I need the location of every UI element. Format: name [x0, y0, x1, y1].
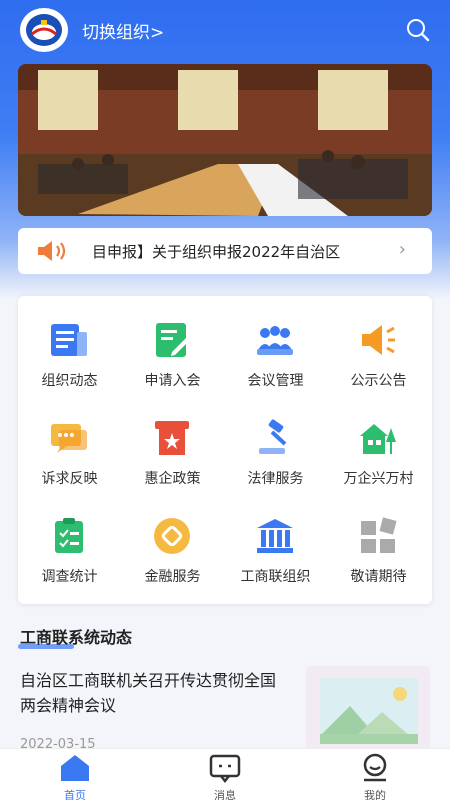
grid-item-finance[interactable]: 金融服务: [121, 492, 224, 590]
announcement-icon: [362, 325, 395, 355]
finance-icon: [154, 518, 190, 554]
grid-label: 工商联组织: [240, 569, 311, 585]
grid-item-org-news[interactable]: 组织动态: [18, 296, 121, 394]
notice-text: 目申报】关于组织申报2022年自治区: [92, 243, 341, 261]
policy-icon: [155, 421, 189, 455]
grid-label: 组织动态: [41, 373, 98, 389]
tab-label: 消息: [214, 789, 236, 800]
grid-label: 会议管理: [247, 373, 304, 389]
tab-messages[interactable]: 消息: [150, 749, 300, 800]
notice-bar[interactable]: 目申报】关于组织申报2022年自治区 ›: [18, 228, 432, 274]
message-icon: [209, 754, 241, 783]
function-grid: 组织动态 申请入会 会议管理 公示公告 诉求反映 惠企政策 法律服务 万企兴万村…: [18, 296, 432, 604]
grid-label: 金融服务: [144, 569, 201, 585]
grid-item-announcement[interactable]: 公示公告: [327, 296, 430, 394]
bottom-tab-bar: 首页 消息 我的: [0, 748, 450, 800]
grid-item-apply[interactable]: 申请入会: [121, 296, 224, 394]
profile-icon: [363, 753, 387, 782]
grid-item-survey[interactable]: 调查统计: [18, 492, 121, 590]
grid-label: 万企兴万村: [343, 471, 414, 487]
tab-profile[interactable]: 我的: [300, 749, 450, 800]
banner-image[interactable]: [18, 64, 432, 216]
news-title: 自治区工商联机关召开传达贯彻全国两会精神会议: [20, 671, 277, 715]
institution-icon: [257, 519, 293, 553]
grid-label: 诉求反映: [41, 471, 98, 487]
grid-item-village[interactable]: 万企兴万村: [327, 394, 430, 492]
tab-home[interactable]: 首页: [0, 749, 150, 800]
survey-icon: [55, 518, 83, 553]
grid-item-institution[interactable]: 工商联组织: [224, 492, 327, 590]
grid-label: 敬请期待: [350, 569, 407, 585]
gavel-icon: [259, 419, 287, 454]
grid-item-feedback[interactable]: 诉求反映: [18, 394, 121, 492]
grid-label: 公示公告: [350, 373, 407, 389]
meeting-icon: [257, 326, 293, 355]
chevron-right-icon: ›: [398, 239, 406, 260]
search-icon[interactable]: [406, 18, 430, 42]
tab-label: 首页: [64, 789, 86, 800]
org-logo[interactable]: [20, 8, 68, 52]
tab-label: 我的: [364, 789, 386, 800]
grid-label: 法律服务: [247, 471, 304, 487]
grid-item-legal[interactable]: 法律服务: [224, 394, 327, 492]
apply-icon: [156, 323, 189, 357]
grid-item-more[interactable]: 敬请期待: [327, 492, 430, 590]
grid-item-policy[interactable]: 惠企政策: [121, 394, 224, 492]
grid-label: 调查统计: [41, 569, 98, 585]
news-icon: [51, 324, 87, 356]
village-icon: [360, 424, 396, 454]
news-thumbnail: [306, 666, 430, 754]
chat-icon: [51, 424, 87, 453]
org-switch[interactable]: 切换组织>: [82, 18, 164, 43]
news-item[interactable]: 自治区工商联机关召开传达贯彻全国两会精神会议 2022-03-15: [0, 660, 450, 754]
grid-label: 申请入会: [144, 373, 201, 389]
home-icon: [61, 755, 89, 781]
speaker-icon: [38, 241, 66, 261]
section-title: 工商联系统动态: [20, 628, 133, 647]
top-bar: 切换组织>: [0, 0, 450, 60]
grid-item-meeting[interactable]: 会议管理: [224, 296, 327, 394]
grid-label: 惠企政策: [144, 471, 201, 487]
more-icon: [361, 517, 397, 553]
